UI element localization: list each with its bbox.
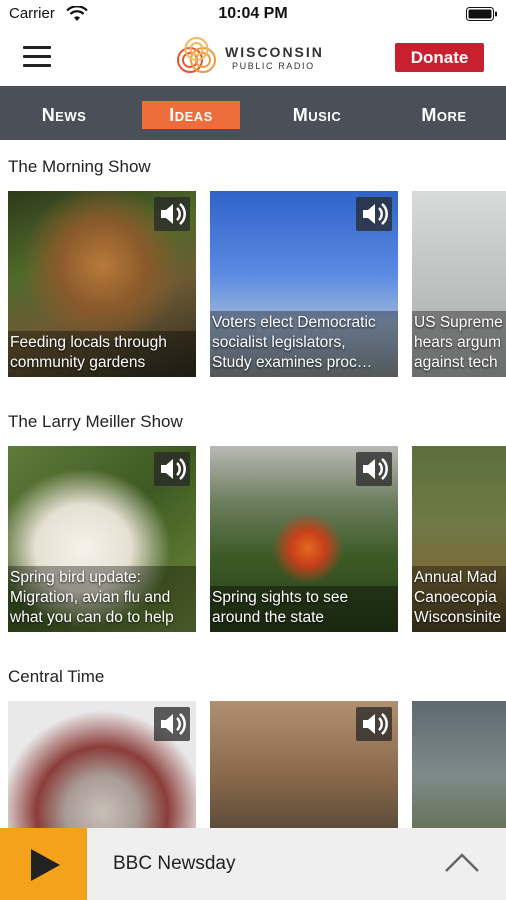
story-caption: Feeding locals through community gardens (8, 331, 196, 377)
now-playing-bar: BBC Newsday (0, 828, 506, 900)
tab-ideas[interactable]: Ideas (142, 101, 240, 129)
section-title-morning-show[interactable]: The Morning Show (8, 157, 151, 177)
story-card[interactable]: Annual Mad Canoecopia Wisconsinite (412, 446, 506, 632)
tab-news[interactable]: News (22, 101, 106, 129)
story-caption: US Supreme hears argum against tech (412, 311, 506, 377)
story-card[interactable]: US Supreme hears argum against tech (412, 191, 506, 377)
story-caption: Spring bird update: Migration, avian flu… (8, 566, 196, 632)
story-card[interactable]: Spring sights to see around the state (210, 446, 398, 632)
story-card[interactable]: Feeding locals through community gardens (8, 191, 196, 377)
logo-rings-icon (177, 37, 216, 73)
chevron-up-icon[interactable] (444, 850, 480, 874)
story-caption: Annual Mad Canoecopia Wisconsinite (412, 566, 506, 632)
wpr-logo[interactable]: WISCONSIN PUBLIC RADIO (172, 34, 342, 82)
audio-icon (154, 452, 190, 486)
play-button[interactable] (0, 828, 87, 900)
play-icon (31, 849, 60, 881)
audio-icon (154, 707, 190, 741)
menu-icon[interactable] (23, 46, 51, 70)
app-header: WISCONSIN PUBLIC RADIO Donate (0, 30, 506, 86)
section-nav: News Ideas Music More (0, 86, 506, 140)
tab-music[interactable]: Music (276, 101, 358, 129)
tab-more[interactable]: More (404, 101, 484, 129)
audio-icon (154, 197, 190, 231)
section-title-larry-meiller[interactable]: The Larry Meiller Show (8, 412, 183, 432)
logo-line-1: WISCONSIN (225, 44, 324, 60)
section-title-central-time[interactable]: Central Time (8, 667, 104, 687)
audio-icon (356, 707, 392, 741)
audio-icon (356, 197, 392, 231)
story-card[interactable]: Voters elect Democratic socialist legisl… (210, 191, 398, 377)
logo-line-2: PUBLIC RADIO (232, 61, 315, 71)
story-caption: Spring sights to see around the state (210, 586, 398, 632)
clock: 10:04 PM (218, 5, 288, 22)
now-playing-title: BBC Newsday (113, 853, 236, 874)
audio-icon (356, 452, 392, 486)
battery-icon (466, 7, 497, 21)
donate-button[interactable]: Donate (395, 43, 484, 72)
story-card[interactable]: Spring bird update: Migration, avian flu… (8, 446, 196, 632)
status-bar: Carrier 10:04 PM (0, 0, 506, 30)
story-caption: Voters elect Democratic socialist legisl… (210, 311, 398, 377)
